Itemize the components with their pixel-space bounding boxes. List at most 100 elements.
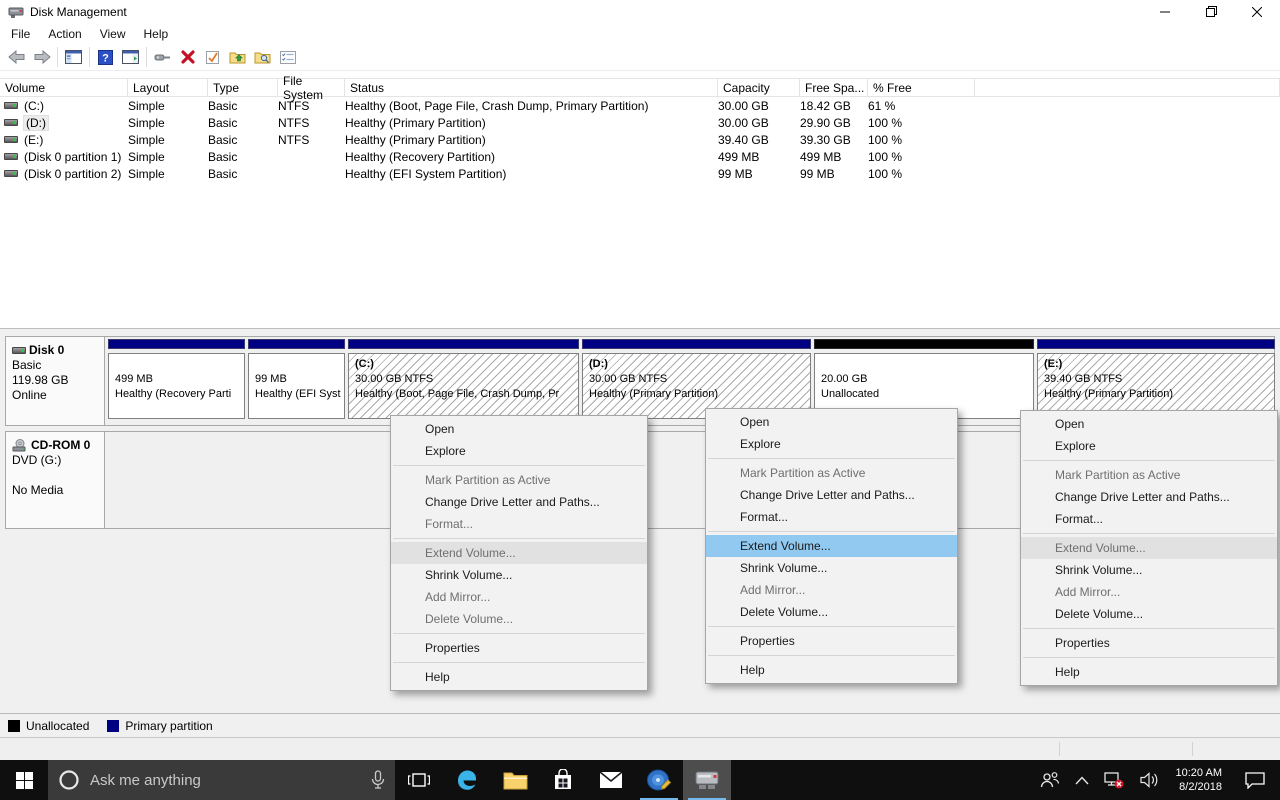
- delete-volume-button[interactable]: [175, 46, 200, 69]
- menu-item-extend-volume[interactable]: Extend Volume...: [706, 535, 957, 557]
- cortana-search-box[interactable]: [48, 760, 395, 800]
- network-button[interactable]: [1096, 760, 1132, 800]
- table-row-d[interactable]: (D:) Simple Basic NTFS Healthy (Primary …: [0, 114, 1280, 131]
- back-button[interactable]: [4, 46, 29, 69]
- taskbar: 10:20 AM 8/2/2018: [0, 760, 1280, 800]
- menu-item-open[interactable]: Open: [1021, 413, 1277, 435]
- taskbar-clock[interactable]: 10:20 AM 8/2/2018: [1168, 760, 1230, 800]
- column-header-free-space[interactable]: Free Spa...: [800, 79, 868, 96]
- microphone-icon[interactable]: [371, 770, 385, 790]
- menu-item-add-mirror[interactable]: Add Mirror...: [391, 586, 647, 608]
- tool-button[interactable]: [150, 46, 175, 69]
- taskbar-app-mail[interactable]: [587, 760, 635, 800]
- volume-name: (Disk 0 partition 2): [24, 167, 121, 181]
- menu-help[interactable]: Help: [135, 25, 178, 43]
- menu-action[interactable]: Action: [39, 25, 90, 43]
- task-view-button[interactable]: [395, 760, 443, 800]
- properties-list-icon: [280, 51, 296, 64]
- column-header-file-system[interactable]: File System: [278, 79, 345, 96]
- restore-button[interactable]: [1188, 0, 1234, 23]
- mark-active-button[interactable]: [200, 46, 225, 69]
- people-button[interactable]: [1032, 760, 1068, 800]
- close-button[interactable]: [1234, 0, 1280, 23]
- action-pane-button[interactable]: [118, 46, 143, 69]
- cdrom-status: No Media: [12, 483, 100, 498]
- menu-item-delete-volume[interactable]: Delete Volume...: [391, 608, 647, 630]
- menu-item-properties[interactable]: Properties: [706, 630, 957, 652]
- taskbar-app-disk-management[interactable]: [683, 760, 731, 800]
- action-center-button[interactable]: [1230, 760, 1280, 800]
- title-bar[interactable]: Disk Management: [0, 0, 1280, 23]
- minimize-button[interactable]: [1142, 0, 1188, 23]
- menu-item-change-drive-letter[interactable]: Change Drive Letter and Paths...: [391, 491, 647, 513]
- taskbar-app-store[interactable]: [539, 760, 587, 800]
- menu-file[interactable]: File: [2, 25, 39, 43]
- menu-item-help[interactable]: Help: [391, 666, 647, 688]
- menu-item-shrink-volume[interactable]: Shrink Volume...: [1021, 559, 1277, 581]
- menu-item-format[interactable]: Format...: [706, 506, 957, 528]
- menu-item-change-drive-letter[interactable]: Change Drive Letter and Paths...: [706, 484, 957, 506]
- column-header-status[interactable]: Status: [345, 79, 718, 96]
- menu-item-change-drive-letter[interactable]: Change Drive Letter and Paths...: [1021, 486, 1277, 508]
- search-input[interactable]: [90, 772, 361, 789]
- start-button[interactable]: [0, 760, 48, 800]
- menu-item-shrink-volume[interactable]: Shrink Volume...: [706, 557, 957, 579]
- toolbar: ?: [0, 44, 1280, 71]
- explore-folder-button[interactable]: [250, 46, 275, 69]
- taskbar-app-disk-utility[interactable]: [635, 760, 683, 800]
- table-row-c[interactable]: (C:) Simple Basic NTFS Healthy (Boot, Pa…: [0, 97, 1280, 114]
- menu-item-properties[interactable]: Properties: [1021, 632, 1277, 654]
- help-button[interactable]: ?: [93, 46, 118, 69]
- column-header-pct-free[interactable]: % Free: [868, 79, 975, 96]
- menu-view[interactable]: View: [91, 25, 135, 43]
- cdrom-0-panel[interactable]: CD-ROM 0 DVD (G:) No Media: [6, 432, 105, 528]
- column-header-volume[interactable]: Volume: [0, 79, 128, 96]
- partition-efi[interactable]: 99 MB Healthy (EFI Syst: [248, 339, 345, 423]
- console-tree-button[interactable]: [61, 46, 86, 69]
- menu-item-explore[interactable]: Explore: [391, 440, 647, 462]
- menu-item-help[interactable]: Help: [706, 659, 957, 681]
- column-header-capacity[interactable]: Capacity: [718, 79, 800, 96]
- menu-item-shrink-volume[interactable]: Shrink Volume...: [391, 564, 647, 586]
- table-row-partition2[interactable]: (Disk 0 partition 2) Simple Basic Health…: [0, 165, 1280, 182]
- back-arrow-icon: [8, 50, 26, 64]
- menu-item-mark-partition-active[interactable]: Mark Partition as Active: [391, 469, 647, 491]
- open-folder-button[interactable]: [225, 46, 250, 69]
- free-space-cell: 499 MB: [800, 150, 868, 164]
- menu-item-delete-volume[interactable]: Delete Volume...: [1021, 603, 1277, 625]
- column-header-type[interactable]: Type: [208, 79, 278, 96]
- menu-item-mark-partition-active[interactable]: Mark Partition as Active: [1021, 464, 1277, 486]
- taskbar-app-edge[interactable]: [443, 760, 491, 800]
- menu-item-mark-partition-active[interactable]: Mark Partition as Active: [706, 462, 957, 484]
- properties-list-button[interactable]: [275, 46, 300, 69]
- menu-item-extend-volume[interactable]: Extend Volume...: [1021, 537, 1277, 559]
- layout-cell: Simple: [128, 167, 208, 181]
- menu-item-explore[interactable]: Explore: [706, 433, 957, 455]
- menu-item-delete-volume[interactable]: Delete Volume...: [706, 601, 957, 623]
- status-separator: [1192, 742, 1193, 756]
- menu-item-open[interactable]: Open: [706, 411, 957, 433]
- menu-item-properties[interactable]: Properties: [391, 637, 647, 659]
- status-cell: Healthy (Recovery Partition): [345, 150, 718, 164]
- clock-time: 10:20 AM: [1176, 766, 1222, 780]
- taskbar-app-file-explorer[interactable]: [491, 760, 539, 800]
- menu-item-format[interactable]: Format...: [391, 513, 647, 535]
- menu-item-add-mirror[interactable]: Add Mirror...: [706, 579, 957, 601]
- tray-overflow-button[interactable]: [1068, 760, 1096, 800]
- menu-item-extend-volume[interactable]: Extend Volume...: [391, 542, 647, 564]
- menu-item-open[interactable]: Open: [391, 418, 647, 440]
- forward-button[interactable]: [29, 46, 54, 69]
- menu-item-help[interactable]: Help: [1021, 661, 1277, 683]
- disk-0-panel[interactable]: Disk 0 Basic 119.98 GB Online: [6, 337, 105, 425]
- menu-item-add-mirror[interactable]: Add Mirror...: [1021, 581, 1277, 603]
- explore-folder-icon: [254, 50, 271, 64]
- table-row-partition1[interactable]: (Disk 0 partition 1) Simple Basic Health…: [0, 148, 1280, 165]
- drive-icon: [4, 170, 18, 177]
- volume-button[interactable]: [1132, 760, 1168, 800]
- menu-item-explore[interactable]: Explore: [1021, 435, 1277, 457]
- menu-item-format[interactable]: Format...: [1021, 508, 1277, 530]
- partition-c[interactable]: (C:) 30.00 GB NTFS Healthy (Boot, Page F…: [348, 339, 579, 423]
- partition-recovery[interactable]: 499 MB Healthy (Recovery Parti: [108, 339, 245, 423]
- table-row-e[interactable]: (E:) Simple Basic NTFS Healthy (Primary …: [0, 131, 1280, 148]
- column-header-layout[interactable]: Layout: [128, 79, 208, 96]
